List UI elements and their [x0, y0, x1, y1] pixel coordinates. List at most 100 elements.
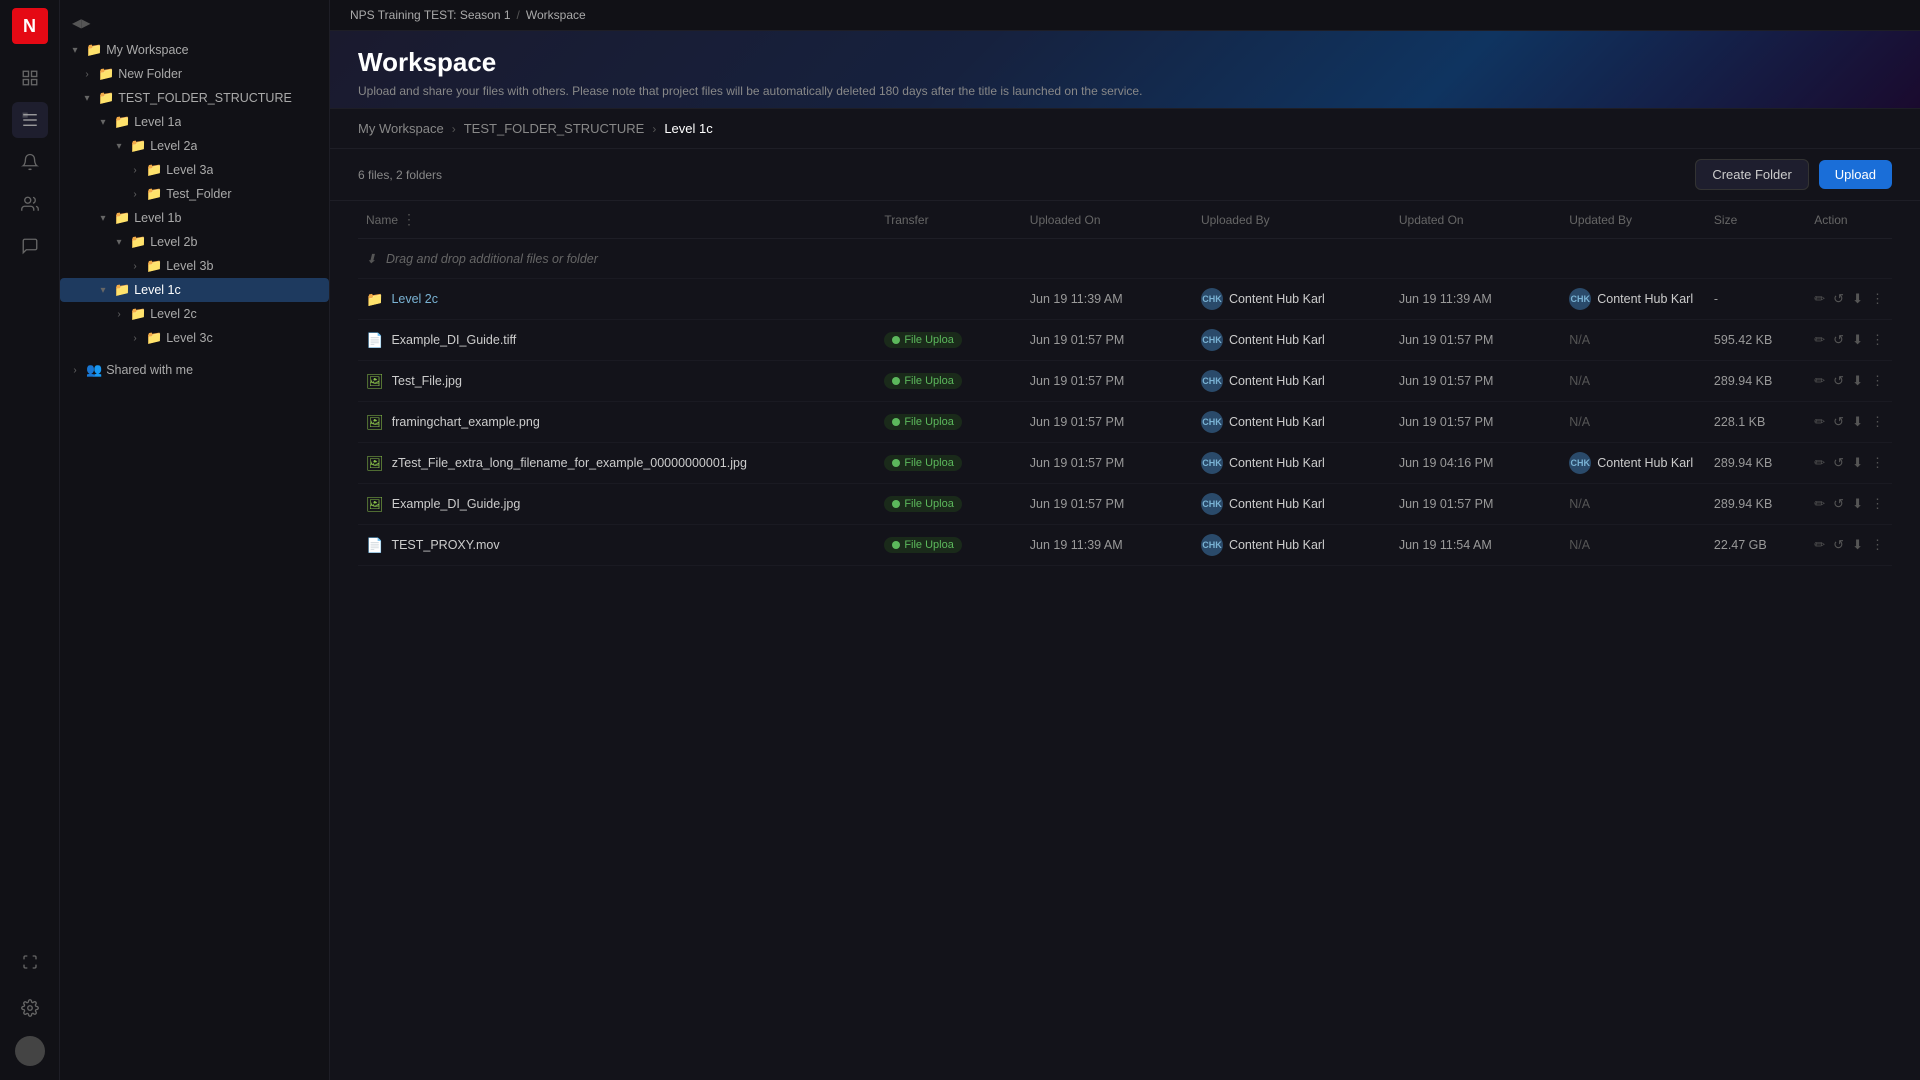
sidebar-collapse-button[interactable]: ◀▶ — [72, 16, 90, 30]
download-icon[interactable]: ⬇ — [1852, 373, 1863, 389]
col-uploaded-by[interactable]: Uploaded By — [1193, 201, 1391, 239]
sidebar-item-level2c[interactable]: › 📁 Level 2c — [60, 302, 329, 326]
col-updated-by[interactable]: Updated By — [1561, 201, 1706, 239]
share-icon[interactable]: ↺ — [1833, 496, 1844, 512]
more-icon[interactable]: ⋮ — [1871, 414, 1884, 430]
create-folder-button[interactable]: Create Folder — [1695, 159, 1808, 190]
drop-zone-row[interactable]: ⬇ Drag and drop additional files or fold… — [358, 239, 1892, 279]
sidebar-test-folder-label: TEST_FOLDER_STRUCTURE — [118, 91, 292, 105]
chevron-down-icon: ▾ — [112, 139, 126, 153]
rail-people-icon[interactable] — [12, 186, 48, 222]
sidebar-item-shared[interactable]: › 👥 Shared with me — [60, 358, 329, 382]
transfer-cell: File Uploa — [876, 402, 1021, 443]
rail-chat-icon[interactable] — [12, 228, 48, 264]
uploader-avatar: CHK — [1201, 493, 1223, 515]
file-table: Name ⋮ Transfer Uploaded On Uploaded By … — [358, 201, 1892, 566]
edit-icon[interactable]: ✏ — [1814, 496, 1825, 512]
download-icon[interactable]: ⬇ — [1852, 455, 1863, 471]
icon-rail: N — [0, 0, 60, 1080]
col-size[interactable]: Size — [1706, 201, 1806, 239]
uploader-avatar: CHK — [1201, 288, 1223, 310]
more-icon[interactable]: ⋮ — [1871, 496, 1884, 512]
folder-icon: 📁 — [86, 42, 102, 58]
breadcrumb-my-workspace[interactable]: My Workspace — [358, 121, 444, 136]
col-uploaded-on[interactable]: Uploaded On — [1022, 201, 1193, 239]
topbar-section: Workspace — [526, 8, 586, 22]
sidebar-level2b-label: Level 2b — [150, 235, 197, 249]
more-icon[interactable]: ⋮ — [1871, 537, 1884, 553]
col-menu-icon[interactable]: ⋮ — [402, 211, 416, 228]
share-icon[interactable]: ↺ — [1833, 373, 1844, 389]
share-icon[interactable]: ↺ — [1833, 291, 1844, 307]
edit-icon[interactable]: ✏ — [1814, 537, 1825, 553]
table-row: 🖼 Example_DI_Guide.jpg File Uploa Jun 19… — [358, 484, 1892, 525]
more-icon[interactable]: ⋮ — [1871, 332, 1884, 348]
doc-type-icon: 📄 — [366, 332, 383, 349]
download-icon[interactable]: ⬇ — [1852, 414, 1863, 430]
share-icon[interactable]: ↺ — [1833, 455, 1844, 471]
sidebar-item-level1a[interactable]: ▾ 📁 Level 1a — [60, 110, 329, 134]
sidebar-new-folder-label: New Folder — [118, 67, 182, 81]
sidebar-item-level1c[interactable]: ▾ 📁 Level 1c — [60, 278, 329, 302]
folder-icon: 📁 — [98, 90, 114, 106]
edit-icon[interactable]: ✏ — [1814, 414, 1825, 430]
uploaded-by-cell: CHK Content Hub Karl — [1201, 288, 1383, 310]
sidebar-header: ◀▶ — [60, 10, 329, 36]
sidebar-item-test-folder[interactable]: › 📁 Test_Folder — [60, 182, 329, 206]
size-cell: 22.47 GB — [1706, 525, 1806, 566]
uploader-avatar: CHK — [1201, 411, 1223, 433]
share-icon[interactable]: ↺ — [1833, 414, 1844, 430]
more-icon[interactable]: ⋮ — [1871, 455, 1884, 471]
file-name-cell: 🖼 zTest_File_extra_long_filename_for_exa… — [358, 443, 876, 484]
sidebar-item-level2b[interactable]: ▾ 📁 Level 2b — [60, 230, 329, 254]
action-cell: ✏ ↺ ⬇ ⋮ — [1806, 361, 1892, 402]
rail-bell-icon[interactable] — [12, 144, 48, 180]
updated-by-main-cell: N/A — [1561, 484, 1706, 525]
sidebar-item-my-workspace[interactable]: ▾ 📁 My Workspace — [60, 38, 329, 62]
uploaded-on-cell: Jun 19 11:39 AM — [1022, 279, 1193, 320]
page-title: Workspace — [358, 47, 1892, 78]
rail-dashboard-icon[interactable] — [12, 60, 48, 96]
sidebar-item-level3c[interactable]: › 📁 Level 3c — [60, 326, 329, 350]
share-icon[interactable]: ↺ — [1833, 537, 1844, 553]
rail-workspace-icon[interactable] — [12, 102, 48, 138]
more-icon[interactable]: ⋮ — [1871, 373, 1884, 389]
col-name[interactable]: Name ⋮ — [358, 201, 876, 239]
file-name: framingchart_example.png — [392, 415, 540, 429]
sidebar-item-level1b[interactable]: ▾ 📁 Level 1b — [60, 206, 329, 230]
sidebar-item-test-folder-structure[interactable]: ▾ 📁 TEST_FOLDER_STRUCTURE — [60, 86, 329, 110]
edit-icon[interactable]: ✏ — [1814, 455, 1825, 471]
edit-icon[interactable]: ✏ — [1814, 373, 1825, 389]
rail-collapse-icon[interactable] — [12, 944, 48, 980]
sidebar-item-new-folder[interactable]: › 📁 New Folder — [60, 62, 329, 86]
edit-icon[interactable]: ✏ — [1814, 291, 1825, 307]
updated-on-cell: Jun 19 11:54 AM — [1391, 525, 1561, 566]
folder-icon: 📁 — [114, 282, 130, 298]
breadcrumb-level1c[interactable]: Level 1c — [664, 121, 712, 136]
user-avatar[interactable] — [15, 1036, 45, 1066]
table-row: 🖼 framingchart_example.png File Uploa Ju… — [358, 402, 1892, 443]
download-icon[interactable]: ⬇ — [1852, 537, 1863, 553]
updated-on-cell: Jun 19 01:57 PM — [1391, 484, 1561, 525]
download-icon[interactable]: ⬇ — [1852, 332, 1863, 348]
col-transfer[interactable]: Transfer — [876, 201, 1021, 239]
image-type-icon: 🖼 — [366, 414, 384, 431]
sidebar-item-level3b[interactable]: › 📁 Level 3b — [60, 254, 329, 278]
col-updated-on[interactable]: Updated On — [1391, 201, 1561, 239]
updated-on-cell: Jun 19 04:16 PM — [1391, 443, 1561, 484]
upload-button[interactable]: Upload — [1819, 160, 1892, 189]
rail-settings-icon[interactable] — [12, 990, 48, 1026]
download-icon[interactable]: ⬇ — [1852, 291, 1863, 307]
edit-icon[interactable]: ✏ — [1814, 332, 1825, 348]
sidebar-item-level3a[interactable]: › 📁 Level 3a — [60, 158, 329, 182]
image-type-icon: 🖼 — [366, 496, 384, 513]
share-icon[interactable]: ↺ — [1833, 332, 1844, 348]
breadcrumb-test-folder[interactable]: TEST_FOLDER_STRUCTURE — [464, 121, 645, 136]
download-icon[interactable]: ⬇ — [1852, 496, 1863, 512]
netflix-logo[interactable]: N — [12, 8, 48, 44]
updater-name: Content Hub Karl — [1597, 456, 1693, 470]
sidebar-item-level2a[interactable]: ▾ 📁 Level 2a — [60, 134, 329, 158]
drop-zone-text: Drag and drop additional files or folder — [386, 252, 598, 266]
col-action[interactable]: Action — [1806, 201, 1892, 239]
more-icon[interactable]: ⋮ — [1871, 291, 1884, 307]
